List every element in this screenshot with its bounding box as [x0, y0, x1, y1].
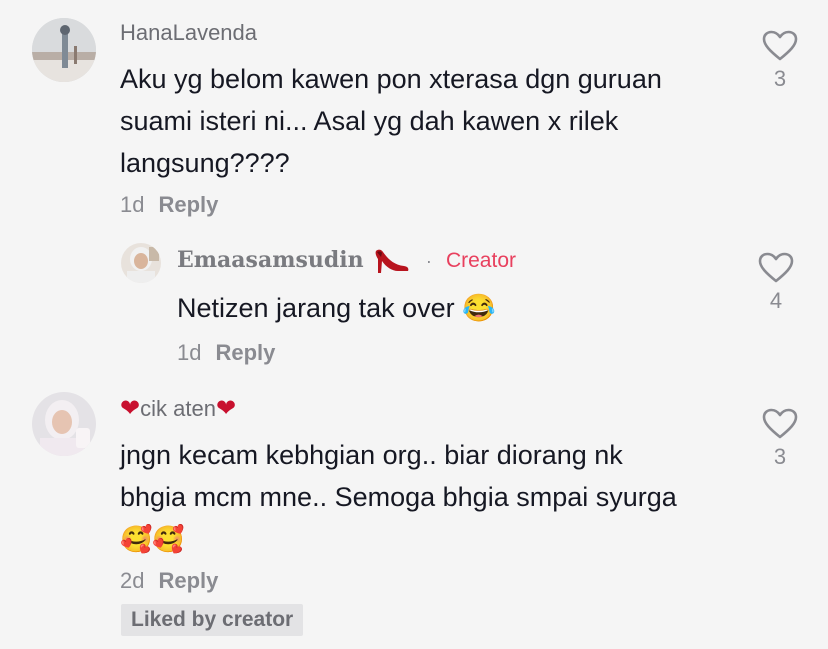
heart-emoji: ❤ — [215, 395, 237, 422]
like-button[interactable]: 3 — [760, 408, 800, 470]
avatar[interactable] — [121, 243, 161, 283]
comment-text-line: Aku yg belom kawen pon xterasa dgn gurua… — [120, 64, 662, 94]
comment-text-line: langsung???? — [120, 148, 290, 178]
heart-emoji: ❤ — [120, 395, 141, 422]
heart-outline-icon — [762, 30, 798, 61]
comment-text-line: suami isteri ni... Asal yg dah kawen x r… — [120, 106, 619, 136]
comment-meta: 2d Reply — [120, 568, 218, 594]
comment-text-line: jngn kecam kebhgian org.. biar diorang n… — [120, 440, 623, 470]
comment-text-line: 🥰🥰 — [120, 524, 185, 554]
comment-username-row: Emaasamsudin · Creator — [177, 247, 516, 275]
like-count: 3 — [773, 66, 787, 91]
avatar[interactable] — [32, 392, 96, 456]
avatar-image — [32, 392, 96, 456]
comment-meta: 1d Reply — [177, 340, 275, 366]
heart-outline-icon — [758, 252, 794, 283]
comment-text: jngn kecam kebhgian org.. biar diorang n… — [120, 434, 740, 560]
like-count: 4 — [769, 288, 783, 313]
creator-tag: Creator — [445, 249, 516, 272]
heart-outline-icon — [762, 408, 798, 439]
comment-username[interactable]: cik aten — [140, 396, 216, 421]
like-button[interactable]: 4 — [756, 252, 796, 314]
comment-text: Netizen jarang tak over 😂 — [177, 293, 496, 323]
comment-text-line: bhgia mcm mne.. Semoga bhgia smpai syurg… — [120, 482, 677, 512]
reply-button[interactable]: Reply — [215, 340, 275, 365]
comment-time: 1d — [120, 192, 145, 217]
comment-text: Aku yg belom kawen pon xterasa dgn gurua… — [120, 58, 740, 184]
comment-username[interactable]: HanaLavenda — [120, 20, 257, 46]
high-heel-icon — [375, 249, 409, 274]
avatar[interactable] — [32, 18, 96, 82]
like-button[interactable]: 3 — [760, 30, 800, 92]
comment-username[interactable]: Emaasamsudin — [177, 247, 364, 273]
avatar-image — [32, 18, 96, 82]
reply-button[interactable]: Reply — [158, 192, 218, 217]
separator-dot: · — [425, 251, 432, 271]
reply-button[interactable]: Reply — [158, 568, 218, 593]
avatar-image — [121, 243, 161, 283]
like-count: 3 — [773, 444, 787, 469]
comment-time: 2d — [120, 568, 145, 593]
comment-username-row[interactable]: ❤cik aten❤ — [120, 394, 236, 423]
liked-by-creator-badge: Liked by creator — [121, 604, 304, 636]
comment-time: 1d — [177, 340, 202, 365]
comment-meta: 1d Reply — [120, 192, 218, 218]
